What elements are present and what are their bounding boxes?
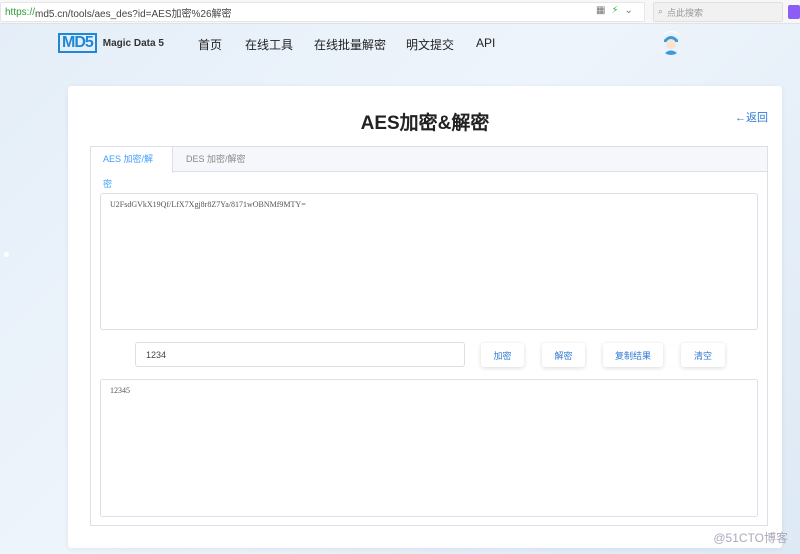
encrypt-button[interactable]: 加密 — [481, 343, 524, 367]
key-input[interactable] — [135, 342, 465, 367]
address-bar-actions: ▦ ⚡ ⌄ — [596, 5, 633, 17]
browser-address-bar: https://md5.cn/tools/aes_des?id=AES加密%26… — [0, 0, 800, 24]
nav-item-home[interactable]: 首页 — [198, 36, 222, 53]
output-textarea[interactable]: 12345 — [100, 379, 758, 517]
clear-button[interactable]: 清空 — [681, 343, 725, 367]
search-placeholder: 点此搜索 — [667, 8, 704, 19]
main-card: AES加密&解密 ←返回 AES 加密/解密 DES 加密/解密 U2FsdGV… — [68, 86, 782, 548]
site-navbar: MD5 Magic Data 5 首页 在线工具 在线批量解密 明文提交 API — [0, 24, 800, 64]
search-icon: ⌕ — [658, 7, 664, 17]
logo-mark: MD5 — [58, 33, 97, 53]
avatar-icon — [660, 32, 682, 55]
tab-panel: AES 加密/解密 DES 加密/解密 U2FsdGVkX19Qf/LfX7Xg… — [90, 146, 768, 526]
decrypt-button[interactable]: 解密 — [542, 343, 585, 367]
grid-icon[interactable]: ▦ — [596, 5, 605, 17]
extension-icon[interactable] — [788, 5, 800, 19]
logo-text: Magic Data 5 — [102, 37, 164, 49]
url-path: md5.cn/tools/aes_des?id=AES加密%26解密 — [35, 8, 232, 20]
browser-search-field[interactable]: ⌕ 点此搜索 — [653, 2, 783, 22]
site-logo[interactable]: MD5 Magic Data 5 — [58, 33, 164, 53]
chevron-down-icon[interactable]: ⌄ — [624, 5, 632, 17]
page-title: AES加密&解密 — [360, 113, 490, 134]
url-scheme: https:// — [5, 6, 36, 18]
url-field[interactable]: https://md5.cn/tools/aes_des?id=AES加密%26… — [0, 2, 645, 22]
tab-aes[interactable]: AES 加密/解密 — [91, 147, 173, 189]
input-textarea[interactable]: U2FsdGVkX19Qf/LfX7Xgj8r8Z7Ya/8171wOBNMf9… — [100, 193, 758, 330]
back-link[interactable]: ←返回 — [735, 109, 768, 125]
nav-item-batch-decrypt[interactable]: 在线批量解密 — [314, 36, 386, 53]
bolt-icon[interactable]: ⚡ — [611, 5, 618, 17]
nav-item-submit-plaintext[interactable]: 明文提交 — [406, 36, 454, 53]
tab-des[interactable]: DES 加密/解密 — [174, 147, 258, 172]
decorative-dot — [4, 252, 9, 257]
watermark: @51CTO博客 — [713, 531, 788, 545]
tab-bar: AES 加密/解密 DES 加密/解密 — [91, 147, 767, 189]
nav-item-online-tools[interactable]: 在线工具 — [245, 36, 293, 53]
nav-item-api[interactable]: API — [476, 36, 495, 50]
copy-result-button[interactable]: 复制结果 — [603, 343, 663, 367]
user-avatar[interactable] — [660, 31, 682, 55]
